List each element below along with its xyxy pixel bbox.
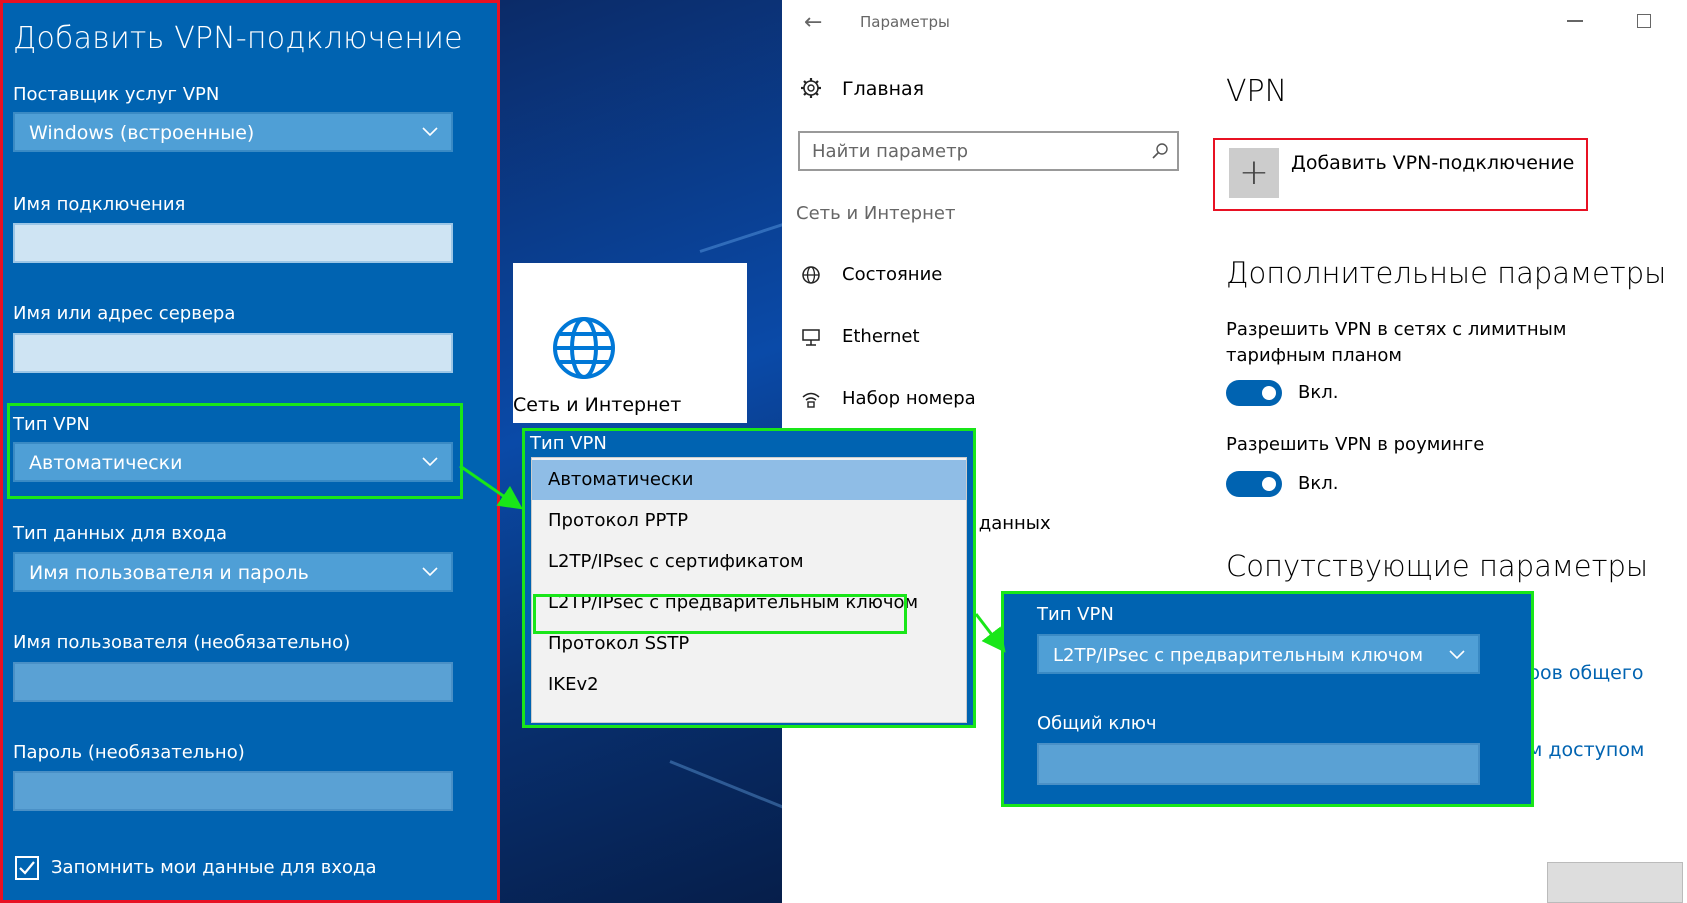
roaming-option-label: Разрешить VPN в роуминге [1226, 434, 1485, 455]
password-input[interactable] [13, 771, 453, 811]
nav-item-label: Ethernet [842, 326, 920, 347]
username-label: Имя пользователя (необязательно) [13, 632, 351, 653]
related-link-sharing[interactable]: ров общего [1528, 662, 1643, 684]
username-input[interactable] [13, 662, 453, 702]
server-label: Имя или адрес сервера [13, 303, 236, 324]
preshared-key-input[interactable] [1037, 743, 1480, 785]
maximize-button[interactable] [1637, 14, 1651, 28]
nav-item-ethernet[interactable]: Ethernet [800, 320, 1180, 356]
highlight-frame [533, 594, 907, 634]
vpn-type-value: L2TP/IPsec с предварительным ключом [1053, 645, 1424, 666]
metered-toggle[interactable] [1226, 380, 1282, 406]
panel-title: Добавить VPN-подключение [13, 21, 463, 56]
corner-button[interactable] [1547, 862, 1683, 903]
roaming-toggle[interactable] [1226, 471, 1282, 497]
remember-label: Запомнить мои данные для входа [51, 857, 377, 878]
nav-item-label: Состояние [842, 264, 943, 285]
window-title: Параметры [860, 13, 950, 31]
globe-icon [802, 266, 820, 284]
metered-option-label: Разрешить VPN в сетях с лимитным тарифны… [1226, 319, 1567, 366]
search-input[interactable]: Найти параметр [798, 131, 1179, 171]
vpn-settings-panel: Тип VPN L2TP/IPsec с предварительным клю… [1001, 591, 1534, 807]
related-heading: Сопутствующие параметры [1226, 549, 1649, 583]
plus-icon: + [1229, 148, 1279, 198]
dropdown-title: Тип VPN [530, 433, 607, 454]
gear-icon [801, 78, 821, 98]
remember-checkbox[interactable] [15, 856, 39, 880]
vpn-heading: VPN [1226, 74, 1288, 109]
home-link[interactable]: Главная [842, 78, 924, 100]
back-arrow-icon[interactable]: ← [804, 10, 822, 35]
provider-value: Windows (встроенные) [29, 122, 255, 144]
nav-category: Сеть и Интернет [796, 203, 956, 224]
dropdown-option[interactable]: Протокол PPTP [532, 501, 966, 541]
roaming-toggle-state: Вкл. [1298, 473, 1339, 494]
dropdown-list: Автоматически Протокол PPTP L2TP/IPsec с… [531, 457, 967, 723]
connection-name-label: Имя подключения [13, 194, 186, 215]
password-label: Пароль (необязательно) [13, 742, 245, 763]
ethernet-icon [802, 329, 820, 346]
chevron-down-icon [422, 567, 438, 577]
dropdown-option[interactable]: L2TP/IPsec с сертификатом [532, 542, 966, 582]
provider-select[interactable]: Windows (встроенные) [13, 112, 453, 152]
chevron-down-icon [1449, 650, 1465, 660]
provider-label: Поставщик услуг VPN [13, 84, 220, 105]
network-internet-tile[interactable]: Сеть и Интернет [513, 263, 747, 423]
vpn-type-label: Тип VPN [1037, 604, 1114, 625]
highlight-frame [7, 403, 463, 499]
checkmark-icon [19, 861, 35, 875]
globe-icon [553, 317, 615, 379]
chevron-down-icon [422, 127, 438, 137]
dropdown-option[interactable]: IKEv2 [532, 665, 966, 705]
add-vpn-label: Добавить VPN-подключение [1291, 152, 1575, 174]
dialup-icon [802, 392, 820, 408]
related-link-access[interactable]: м доступом [1528, 739, 1644, 761]
preshared-key-label: Общий ключ [1037, 713, 1157, 734]
nav-item-status[interactable]: Состояние [800, 258, 1180, 294]
server-input[interactable] [13, 333, 453, 373]
dropdown-option[interactable]: Автоматически [532, 460, 966, 500]
signin-type-label: Тип данных для входа [13, 523, 228, 544]
signin-type-select[interactable]: Имя пользователя и пароль [13, 552, 453, 592]
signin-type-value: Имя пользователя и пароль [29, 562, 309, 584]
network-tile-label: Сеть и Интернет [513, 394, 682, 416]
metered-toggle-state: Вкл. [1298, 382, 1339, 403]
connection-name-input[interactable] [13, 223, 453, 263]
vpn-type-dropdown: Тип VPN Автоматически Протокол PPTP L2TP… [522, 428, 976, 728]
nav-item-label: Набор номера [842, 388, 976, 409]
advanced-heading: Дополнительные параметры [1226, 256, 1667, 290]
add-vpn-button[interactable]: + Добавить VPN-подключение [1213, 138, 1588, 211]
vpn-type-select[interactable]: L2TP/IPsec с предварительным ключом [1037, 634, 1480, 674]
minimize-button[interactable] [1567, 20, 1583, 22]
search-icon [1152, 143, 1168, 159]
search-placeholder: Найти параметр [812, 141, 968, 162]
nav-item-dialup[interactable]: Набор номера [800, 382, 1180, 418]
